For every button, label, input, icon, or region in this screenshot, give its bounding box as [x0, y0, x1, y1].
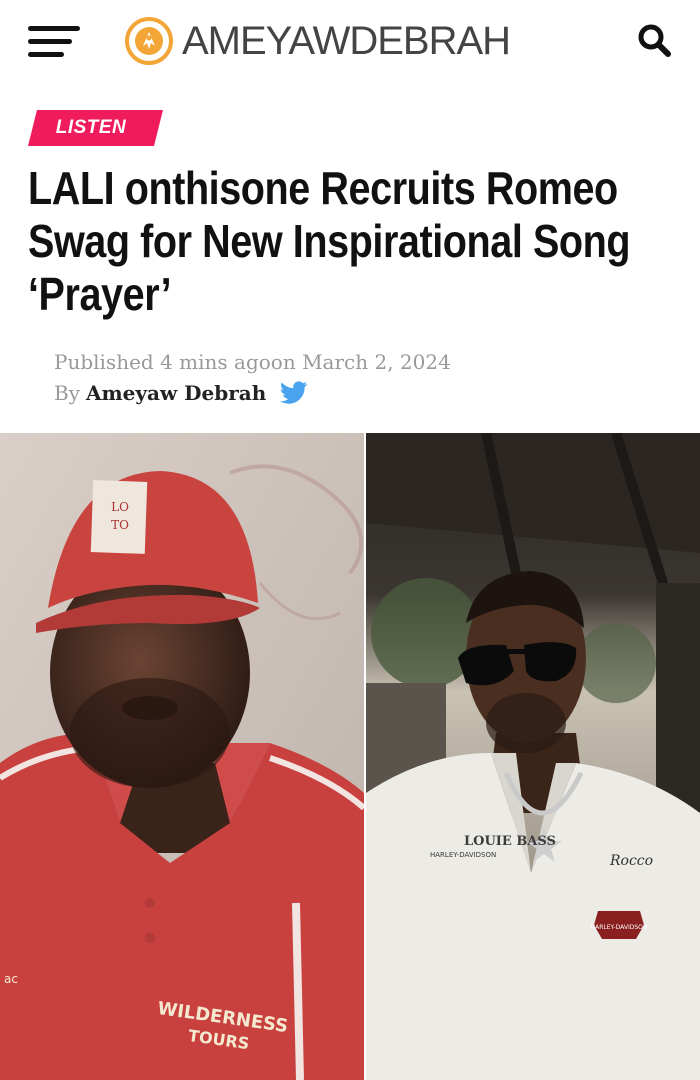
site-name: AMEYAWDEBRAH	[182, 19, 511, 63]
article-image-left[interactable]: LO TO WILDERNESS TOURS ac	[0, 433, 364, 1080]
published-label: Published	[54, 350, 154, 374]
shirt-name-tag: Rocco	[609, 853, 653, 869]
published-date: on March 2, 2024	[270, 350, 451, 374]
shirt-patch-text: HARLEY-DAVIDSON	[591, 924, 648, 931]
site-header: AMEYAWDEBRAH	[0, 0, 700, 82]
hamburger-menu-icon[interactable]	[28, 26, 80, 58]
by-label: By	[54, 381, 80, 405]
article-image-right[interactable]: LOUIE BASS HARLEY-DAVIDSON Rocco HARLEY-…	[366, 433, 700, 1080]
category-badge[interactable]: LISTEN	[28, 110, 163, 146]
artist-photo-lali: LO TO WILDERNESS TOURS ac	[0, 433, 364, 1080]
ameyawdebrah-logo-icon	[125, 17, 173, 65]
cap-logo-text: LO	[111, 500, 129, 514]
author-link[interactable]: Ameyaw Debrah	[86, 381, 266, 405]
published-ago: 4 mins ago	[160, 350, 271, 374]
publish-info: Published 4 mins agoon March 2, 2024	[54, 350, 451, 374]
site-logo[interactable]: AMEYAWDEBRAH	[124, 16, 511, 66]
category-label: LISTEN	[55, 117, 127, 138]
search-icon[interactable]	[634, 20, 674, 60]
shirt-logo-line2: HARLEY-DAVIDSON	[430, 851, 496, 859]
svg-text:TO: TO	[111, 518, 129, 532]
article-title: LALI onthisone Recruits Romeo Swag for N…	[28, 162, 631, 320]
artist-photo-romeo-swag: LOUIE BASS HARLEY-DAVIDSON Rocco HARLEY-…	[366, 433, 700, 1080]
twitter-icon[interactable]	[280, 381, 308, 405]
sleeve-text: ac	[4, 972, 18, 986]
byline: By Ameyaw Debrah	[54, 381, 308, 405]
shirt-logo-line1: LOUIE BASS	[464, 834, 556, 849]
